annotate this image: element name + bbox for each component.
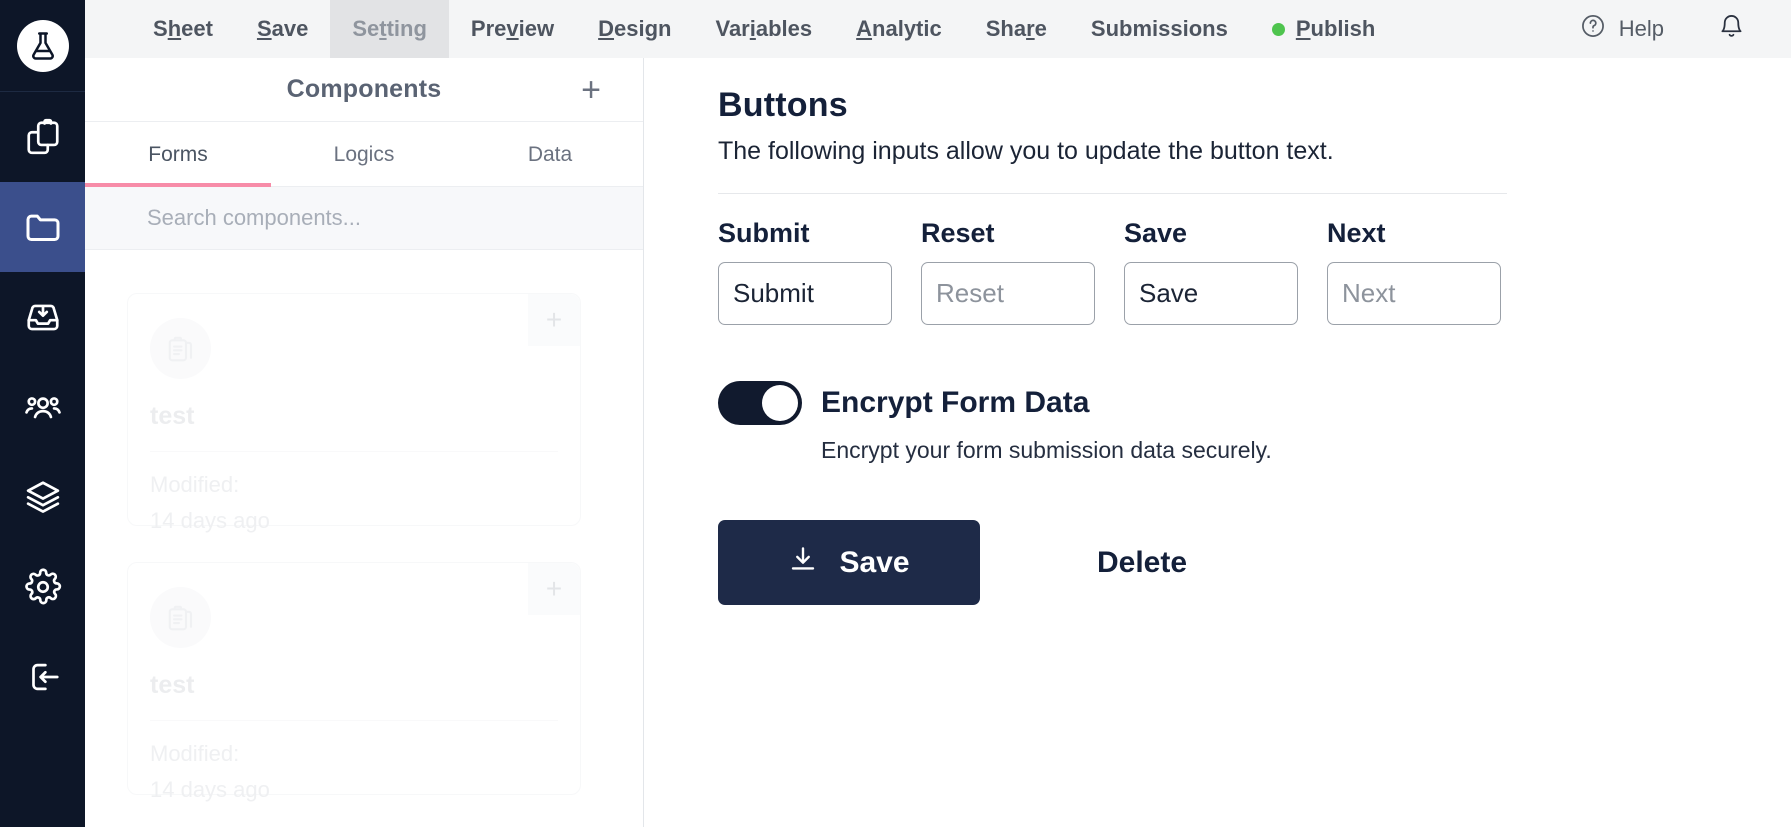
field-label-submit: Submit [718,218,810,248]
layers-icon [24,478,62,516]
search-components-container [85,187,643,250]
nav-item-save[interactable]: Save [235,0,330,58]
add-component-button[interactable]: + [581,73,601,107]
app-logo[interactable] [0,0,85,92]
sidebar-item-settings[interactable] [0,542,85,632]
field-label-next: Next [1327,218,1386,248]
field-reset: Reset [921,218,1095,325]
flask-logo-icon [16,19,69,72]
submit-text-input[interactable] [718,262,892,325]
left-rail [0,0,85,827]
search-input[interactable] [147,205,594,231]
card-modified-label: Modified: [150,472,240,497]
top-navigation-bar: Sh eet Save Se t ting Pre v iew Design Var i ab… [85,0,1791,58]
save-button[interactable]: Save [718,520,980,605]
section-divider [718,193,1507,194]
save-text-input[interactable] [1124,262,1298,325]
page-title: Buttons [718,86,848,124]
encrypt-form-data-toggle[interactable] [718,381,802,425]
components-panel-header: Components + [85,58,643,122]
nav-item-design[interactable]: Design [576,0,693,58]
clipboard-list-icon [150,318,211,379]
save-button-label: Save [839,545,910,579]
page-description: The following inputs allow you to update… [718,137,1334,165]
field-submit: Submit [718,218,892,325]
panel-tabs: Forms Logics Data [85,122,643,187]
component-card[interactable]: + test Modified: 14 days ago [127,293,581,533]
help-button[interactable]: Help [1566,13,1678,45]
settings-content: Buttons The following inputs allow you t… [644,58,1791,827]
clipboard-list-icon [150,587,211,648]
reset-text-input[interactable] [921,262,1095,325]
card-add-button[interactable]: + [528,563,580,615]
field-label-reset: Reset [921,218,995,248]
gear-icon [24,568,62,606]
sidebar-item-inbox[interactable] [0,272,85,362]
card-modified-label: Modified: [150,741,240,766]
card-modified-value: 14 days ago [150,507,270,533]
field-save: Save [1124,218,1298,325]
encrypt-toggle-label: Encrypt Form Data [821,386,1090,419]
nav-item-publish[interactable]: Publish [1250,0,1397,58]
encrypt-toggle-help: Encrypt your form submission data secure… [821,437,1272,463]
card-title: test [150,402,195,430]
card-add-button[interactable]: + [528,294,580,346]
form-actions: Save Delete [718,520,1791,605]
publish-status-dot [1271,22,1285,36]
main-area: Sh eet Save Se t ting Pre v iew Design Var i ab… [85,0,1791,827]
users-icon [24,388,62,426]
tab-logics[interactable]: Logics [271,122,457,186]
toggle-knob [762,385,798,421]
card-divider [150,720,558,721]
sidebar-item-layers[interactable] [0,452,85,542]
components-panel: Components + Forms Logics Data + [85,0,644,827]
help-label: Help [1618,16,1664,41]
nav-item-preview[interactable]: Pre v iew [449,0,576,58]
components-list: + test Modified: 14 days ago + test Modi… [85,250,643,827]
sidebar-item-folder[interactable] [0,182,85,272]
folder-icon [23,207,63,247]
notifications-button[interactable] [1694,13,1763,45]
sidebar-item-clipboard[interactable] [0,92,85,182]
encrypt-toggle-row: Encrypt Form Data [718,381,1791,425]
next-text-input[interactable] [1327,262,1501,325]
nav-item-analytic[interactable]: Analytic [834,0,964,58]
sidebar-item-users[interactable] [0,362,85,452]
bell-icon [1718,13,1745,45]
field-label-save: Save [1124,218,1188,248]
delete-button[interactable]: Delete [1097,546,1187,580]
download-icon [788,544,818,582]
panel-title: Components [286,75,442,103]
card-modified-value: 14 days ago [150,776,270,802]
tab-data[interactable]: Data [457,122,643,186]
nav-items: Sh eet Save Se t ting Pre v iew Design Var i ab… [131,0,1397,58]
component-card[interactable]: + test Modified: 14 days ago [127,562,581,802]
top-right-actions: Help [1566,0,1791,58]
button-text-fields: Submit Reset Save Next [718,218,1791,325]
card-title: test [150,671,195,699]
inbox-download-icon [24,298,62,336]
logout-icon [24,658,62,696]
sidebar-item-logout[interactable] [0,632,85,722]
nav-item-submissions[interactable]: Submissions [1069,0,1250,58]
nav-item-variables[interactable]: Var i ables [693,0,834,58]
nav-item-share[interactable]: Sha r e [964,0,1069,58]
nav-item-sheet[interactable]: Sh eet [131,0,235,58]
tab-forms[interactable]: Forms [85,122,271,187]
field-next: Next [1327,218,1501,325]
app-root: Components + Forms Logics Data + [0,0,1791,827]
card-divider [150,451,558,452]
clipboard-copy-icon [24,118,62,156]
nav-item-setting[interactable]: Se t ting [330,0,449,58]
question-circle-icon [1580,13,1606,45]
